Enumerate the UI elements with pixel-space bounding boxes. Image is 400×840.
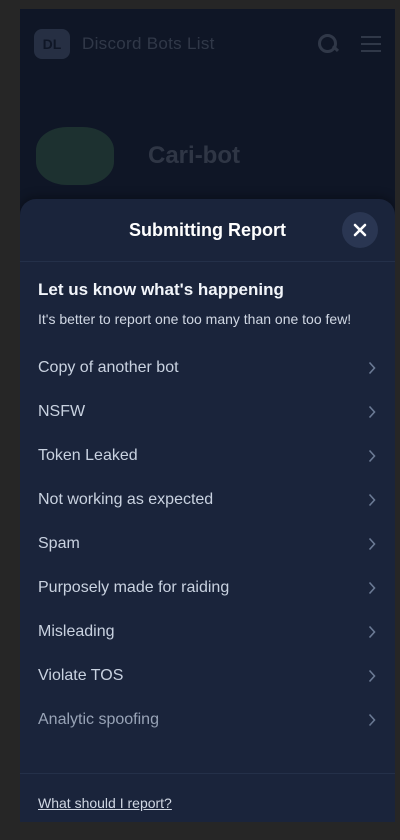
report-modal: Submitting Report Let us know what's hap… (20, 199, 395, 822)
close-button[interactable] (342, 212, 378, 248)
reason-label: Analytic spoofing (38, 711, 159, 728)
modal-intro: Let us know what's happening It's better… (20, 262, 395, 329)
search-icon (317, 33, 339, 55)
reason-item-token-leaked[interactable]: Token Leaked (20, 434, 395, 478)
chevron-right-icon (368, 625, 376, 639)
reason-item-raiding[interactable]: Purposely made for raiding (20, 566, 395, 610)
modal-title: Submitting Report (129, 219, 286, 240)
reason-item-misleading[interactable]: Misleading (20, 610, 395, 654)
reason-label: Misleading (38, 623, 115, 640)
bot-name: Cari-bot (148, 142, 240, 169)
chevron-right-icon (368, 493, 376, 507)
modal-header: Submitting Report (20, 199, 395, 262)
intro-subtitle: It's better to report one too many than … (38, 311, 352, 327)
reason-label: Not working as expected (38, 491, 214, 508)
modal-footer: What should I report? (20, 773, 395, 822)
app-frame: DL Discord Bots List Cari-bot Submitting… (20, 9, 395, 822)
chevron-right-icon (368, 581, 376, 595)
reason-label: NSFW (38, 403, 86, 420)
reason-label: Purposely made for raiding (38, 579, 230, 596)
reason-item-violate-tos[interactable]: Violate TOS (20, 654, 395, 698)
background-header: DL Discord Bots List (20, 9, 395, 79)
reason-label: Copy of another bot (38, 359, 179, 376)
background-bot-header: Cari-bot (36, 127, 240, 185)
menu-icon (361, 36, 381, 52)
chevron-right-icon (368, 449, 376, 463)
reason-label: Violate TOS (38, 667, 124, 684)
reason-item-not-working[interactable]: Not working as expected (20, 478, 395, 522)
chevron-right-icon (368, 669, 376, 683)
reason-label: Token Leaked (38, 447, 138, 464)
chevron-right-icon (368, 713, 376, 727)
what-to-report-link[interactable]: What should I report? (38, 795, 172, 811)
reason-item-nsfw[interactable]: NSFW (20, 390, 395, 434)
reason-item-spam[interactable]: Spam (20, 522, 395, 566)
reason-item-analytic-spoofing[interactable]: Analytic spoofing (20, 698, 395, 742)
site-logo: DL (34, 29, 70, 59)
reason-item-copy[interactable]: Copy of another bot (20, 346, 395, 390)
chevron-right-icon (368, 405, 376, 419)
intro-title: Let us know what's happening (38, 280, 284, 299)
reason-list: Copy of another bot NSFW Token Leaked No… (20, 346, 395, 742)
close-icon (353, 223, 367, 237)
site-brand: Discord Bots List (82, 34, 215, 53)
bot-avatar (36, 127, 114, 185)
reason-label: Spam (38, 535, 80, 552)
chevron-right-icon (368, 361, 376, 375)
chevron-right-icon (368, 537, 376, 551)
